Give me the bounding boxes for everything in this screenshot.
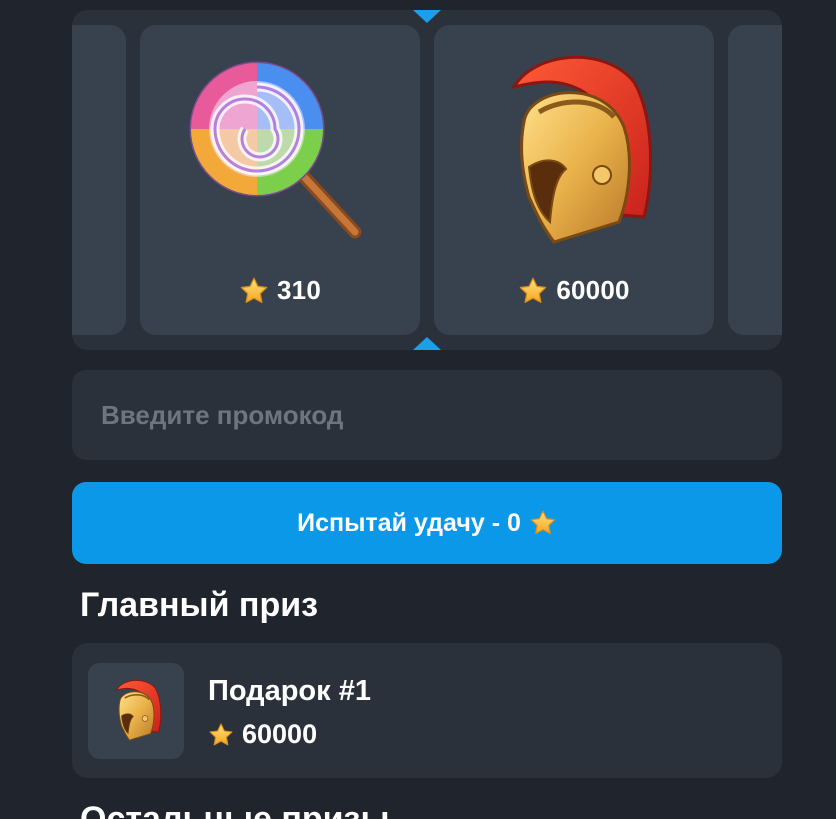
roulette-card-helmet: 60000 — [434, 25, 714, 335]
roulette-pointer-bottom — [413, 337, 441, 350]
try-luck-button[interactable]: Испытай удачу - 0 — [72, 482, 782, 564]
star-icon — [529, 509, 557, 537]
promo-code-input[interactable] — [72, 370, 782, 460]
try-luck-label: Испытай удачу - 0 — [297, 508, 521, 537]
roulette-price: 60000 — [434, 275, 714, 306]
roulette-card-partial-right — [728, 25, 782, 335]
price-value: 60000 — [556, 275, 630, 305]
prize-price-value: 60000 — [242, 719, 318, 749]
star-icon — [518, 276, 548, 306]
roulette-pointer-top — [413, 10, 441, 23]
price-value: 310 — [277, 275, 321, 305]
star-icon — [208, 722, 234, 748]
other-prizes-heading: Остальные призы — [80, 800, 390, 819]
lollipop-icon — [140, 47, 420, 257]
prize-roulette: 310 60000 — [72, 10, 782, 350]
roulette-card-partial-left — [72, 25, 126, 335]
roulette-price: 310 — [140, 275, 420, 306]
roulette-card-lollipop: 310 — [140, 25, 420, 335]
spartan-helmet-icon — [434, 47, 714, 257]
main-prize-card[interactable]: Подарок #1 60000 — [72, 643, 782, 778]
prize-name: Подарок #1 — [208, 675, 371, 707]
spartan-helmet-icon — [88, 663, 184, 759]
main-prize-heading: Главный приз — [80, 586, 319, 624]
star-icon — [239, 276, 269, 306]
prize-price: 60000 — [208, 719, 317, 750]
